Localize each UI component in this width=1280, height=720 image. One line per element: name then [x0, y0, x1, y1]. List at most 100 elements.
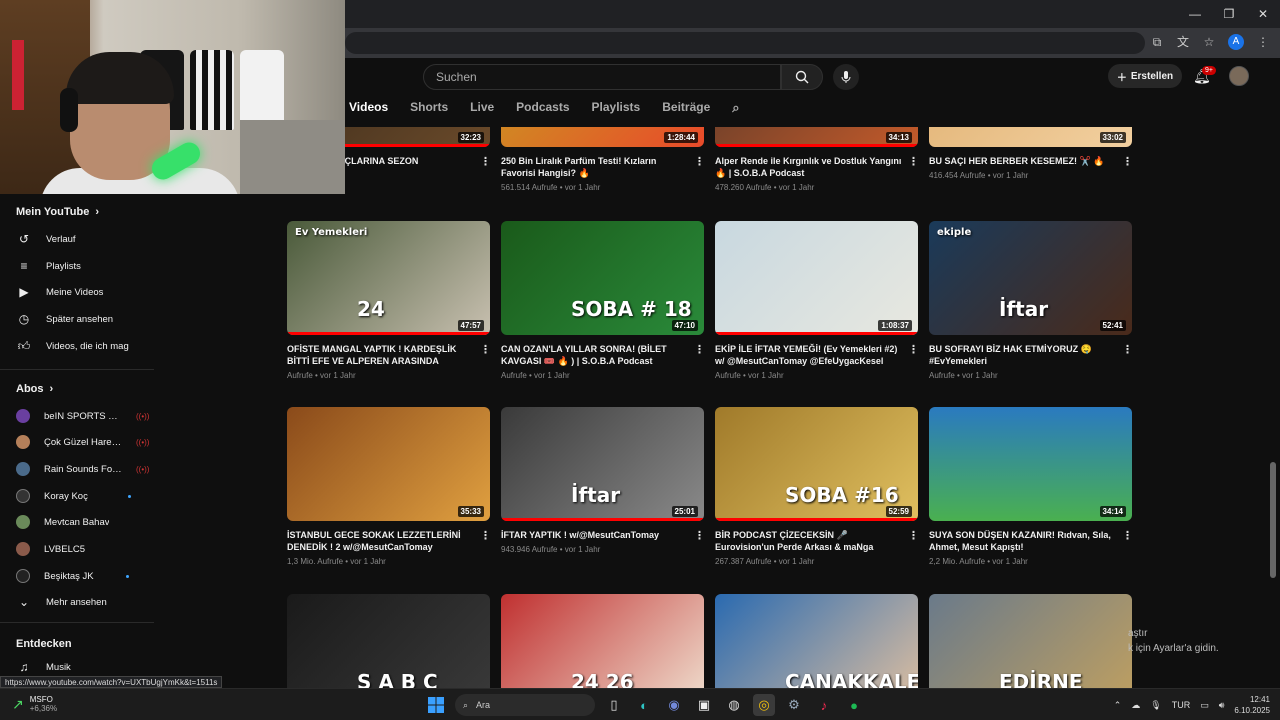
video-title[interactable]: İFTAR YAPTIK ! w/@MesutCanTomay — [501, 529, 691, 541]
create-button[interactable]: ＋ Erstellen — [1108, 64, 1182, 88]
more-actions-icon[interactable]: ⋮ — [480, 343, 491, 356]
more-actions-icon[interactable]: ⋮ — [480, 529, 491, 542]
more-actions-icon[interactable]: ⋮ — [908, 343, 919, 356]
translate-icon[interactable]: 文 — [1176, 35, 1190, 49]
video-card[interactable]: İftar 25:01 İFTAR YAPTIK ! w/@MesutCanToma… — [501, 407, 705, 554]
video-title[interactable]: BU SAÇI HER BERBER KESEMEZ! ✂️ 🔥 — [929, 155, 1119, 167]
video-thumbnail[interactable]: SOBA #16 52:59 — [715, 407, 918, 521]
cast-icon[interactable]: ⧉ — [1150, 35, 1164, 49]
video-thumbnail[interactable]: 33:02 — [929, 127, 1132, 147]
sidebar-sub-koray-koc[interactable]: Koray Koç — [16, 486, 152, 506]
more-actions-icon[interactable]: ⋮ — [694, 529, 705, 542]
minimize-icon[interactable]: — — [1178, 0, 1212, 28]
video-title[interactable]: İSTANBUL GECE SOKAK LEZZETLERİNİ DENEDİK… — [287, 529, 477, 553]
cloud-icon[interactable]: ☁ — [1131, 700, 1140, 711]
video-card[interactable]: SOBA # 18 47:10 CAN OZAN'LA YILLAR SONRA! … — [501, 221, 705, 380]
tab-posts[interactable]: Beiträge — [662, 100, 710, 116]
chrome-icon[interactable]: ◎ — [753, 694, 775, 716]
video-card[interactable]: İftar ekiple 52:41 BU SOFRAYI BİZ HAK ETMİY… — [929, 221, 1133, 380]
bookmark-star-icon[interactable]: ☆ — [1202, 35, 1216, 49]
browser-profile-avatar[interactable]: A — [1228, 34, 1244, 50]
sidebar-sub-besiktas[interactable]: Beşiktaş JK — [16, 566, 152, 586]
chevron-up-icon[interactable]: ⌃ — [1114, 700, 1122, 711]
more-actions-icon[interactable]: ⋮ — [694, 343, 705, 356]
tab-shorts[interactable]: Shorts — [410, 100, 448, 116]
video-thumbnail[interactable]: S A B C — [287, 594, 490, 688]
video-title[interactable]: OFİSTE MANGAL YAPTIK ! KARDEŞLİK BİTTİ E… — [287, 343, 477, 367]
video-thumbnail[interactable]: 1:28:44 — [501, 127, 704, 147]
browser-menu-icon[interactable]: ⋮ — [1256, 35, 1270, 49]
video-thumbnail[interactable]: İftar ekiple 52:41 — [929, 221, 1132, 335]
clock[interactable]: 12:41 6.10.2025 — [1234, 694, 1270, 716]
language-indicator[interactable]: TUR — [1172, 700, 1191, 710]
video-thumbnail[interactable]: 24 26 — [501, 594, 704, 688]
maximize-icon[interactable]: ❐ — [1212, 0, 1246, 28]
video-card[interactable]: 24 Ev Yemekleri 47:57 OFİSTE MANGAL YAPTIK … — [287, 221, 491, 380]
sidebar-sub-lvbelc5[interactable]: LVBELC5 — [16, 539, 152, 559]
video-card[interactable]: S A B C — [287, 594, 491, 688]
more-actions-icon[interactable]: ⋮ — [694, 155, 705, 168]
spotify-icon[interactable]: ● — [843, 694, 865, 716]
video-thumbnail[interactable]: 34:13 — [715, 127, 918, 147]
more-actions-icon[interactable]: ⋮ — [1122, 529, 1133, 542]
task-view-icon[interactable]: ▯ — [603, 694, 625, 716]
tab-playlists[interactable]: Playlists — [592, 100, 641, 116]
video-card[interactable]: 1:08:37 EKİP İLE İFTAR YEMEĞİ! (Ev Yemekl… — [715, 221, 919, 380]
discord-icon[interactable]: ◉ — [663, 694, 685, 716]
search-button[interactable] — [781, 64, 823, 90]
video-thumbnail[interactable]: SOBA # 18 47:10 — [501, 221, 704, 335]
video-thumbnail[interactable]: 34:14 — [929, 407, 1132, 521]
video-thumbnail[interactable]: 24 Ev Yemekleri 47:57 — [287, 221, 490, 335]
video-card[interactable]: ÇANAKKALE — [715, 594, 919, 688]
sidebar-sub-cok-guzel[interactable]: Çok Güzel Harek... ((•)) — [16, 432, 152, 452]
sidebar-item-watch-later[interactable]: ◷ Später ansehen — [16, 309, 152, 329]
video-thumbnail[interactable]: EDİRNE — [929, 594, 1132, 688]
more-actions-icon[interactable]: ⋮ — [908, 529, 919, 542]
more-actions-icon[interactable]: ⋮ — [480, 155, 491, 168]
omnibox[interactable] — [345, 32, 1145, 54]
stock-widget[interactable]: ↗ MSFO +6,36% — [12, 695, 57, 713]
voice-search-button[interactable] — [833, 64, 859, 90]
video-title[interactable]: CAN OZAN'LA YILLAR SONRA! (BİLET KAVGASI… — [501, 343, 691, 367]
video-title[interactable]: BU SOFRAYI BİZ HAK ETMİYORUZ 🤤 #EvYemekl… — [929, 343, 1119, 367]
video-title[interactable]: Alper Rende ile Kırgınlık ve Dostluk Yan… — [715, 155, 905, 179]
sidebar-show-more[interactable]: ⌄ Mehr ansehen — [16, 592, 152, 612]
sidebar-item-my-videos[interactable]: ▶ Meine Videos — [16, 282, 152, 302]
edge-icon[interactable]: ◐ — [633, 694, 655, 716]
video-card[interactable]: 1:28:44 250 Bin Liralık Parfüm Testi! Kız… — [501, 127, 705, 192]
page-scrollbar[interactable] — [1270, 462, 1276, 578]
video-title[interactable]: BİR PODCAST ÇİZECEKSİN 🎤 Eurovision'un P… — [715, 529, 905, 553]
sidebar-sub-bein-sports[interactable]: beIN SPORTS Tü... ((•)) — [16, 406, 152, 426]
obs-icon[interactable]: ◍ — [723, 694, 745, 716]
sidebar-item-playlists[interactable]: ≡ Playlists — [16, 256, 152, 276]
more-actions-icon[interactable]: ⋮ — [1122, 155, 1133, 168]
sidebar-item-history[interactable]: ↺ Verlauf — [16, 229, 152, 249]
close-icon[interactable]: ✕ — [1246, 0, 1280, 28]
video-card[interactable]: 33:02 BU SAÇI HER BERBER KESEMEZ! ✂️ 🔥 416… — [929, 127, 1133, 180]
taskbar-search[interactable]: ⌕ Ara — [455, 694, 595, 716]
sidebar-item-liked-videos[interactable]: 👍︎ Videos, die ich mag — [16, 336, 152, 356]
channel-search-icon[interactable]: ⌕ — [732, 100, 739, 116]
video-thumbnail[interactable]: 1:08:37 — [715, 221, 918, 335]
account-avatar[interactable] — [1229, 66, 1249, 86]
video-title[interactable]: SUYA SON DÜŞEN KAZANIR! Rıdvan, Sıla, Ah… — [929, 529, 1119, 553]
volume-icon[interactable]: 🔊︎ — [1219, 700, 1225, 711]
video-card[interactable]: SOBA #16 52:59 BİR PODCAST ÇİZECEKSİN 🎤 Eu… — [715, 407, 919, 566]
video-thumbnail[interactable]: ÇANAKKALE — [715, 594, 918, 688]
sidebar-item-music[interactable]: ♫ Musik — [16, 657, 152, 677]
tab-videos[interactable]: Videos — [349, 100, 388, 116]
video-card[interactable]: 24 26 — [501, 594, 705, 688]
video-card[interactable]: 34:13 Alper Rende ile Kırgınlık ve Dostlu… — [715, 127, 919, 192]
video-title[interactable]: EKİP İLE İFTAR YEMEĞİ! (Ev Yemekleri #2)… — [715, 343, 905, 367]
tab-podcasts[interactable]: Podcasts — [516, 100, 569, 116]
video-thumbnail[interactable]: İftar 25:01 — [501, 407, 704, 521]
search-input[interactable]: Suchen — [423, 64, 781, 90]
gaming-app-icon[interactable]: ▣ — [693, 694, 715, 716]
video-title[interactable]: 250 Bin Liralık Parfüm Testi! Kızların F… — [501, 155, 691, 179]
microphone-icon[interactable]: 🎙︎ — [1150, 700, 1161, 711]
video-thumbnail[interactable]: 35:33 — [287, 407, 490, 521]
sidebar-sub-mevtcan[interactable]: Mevtcan Bahav — [16, 512, 152, 532]
video-card[interactable]: 35:33 İSTANBUL GECE SOKAK LEZZETLERİNİ DE… — [287, 407, 491, 566]
sidebar-subscriptions-header[interactable]: Abos › — [16, 383, 53, 395]
video-card[interactable]: 34:14 SUYA SON DÜŞEN KAZANIR! Rıdvan, Sıl… — [929, 407, 1133, 566]
